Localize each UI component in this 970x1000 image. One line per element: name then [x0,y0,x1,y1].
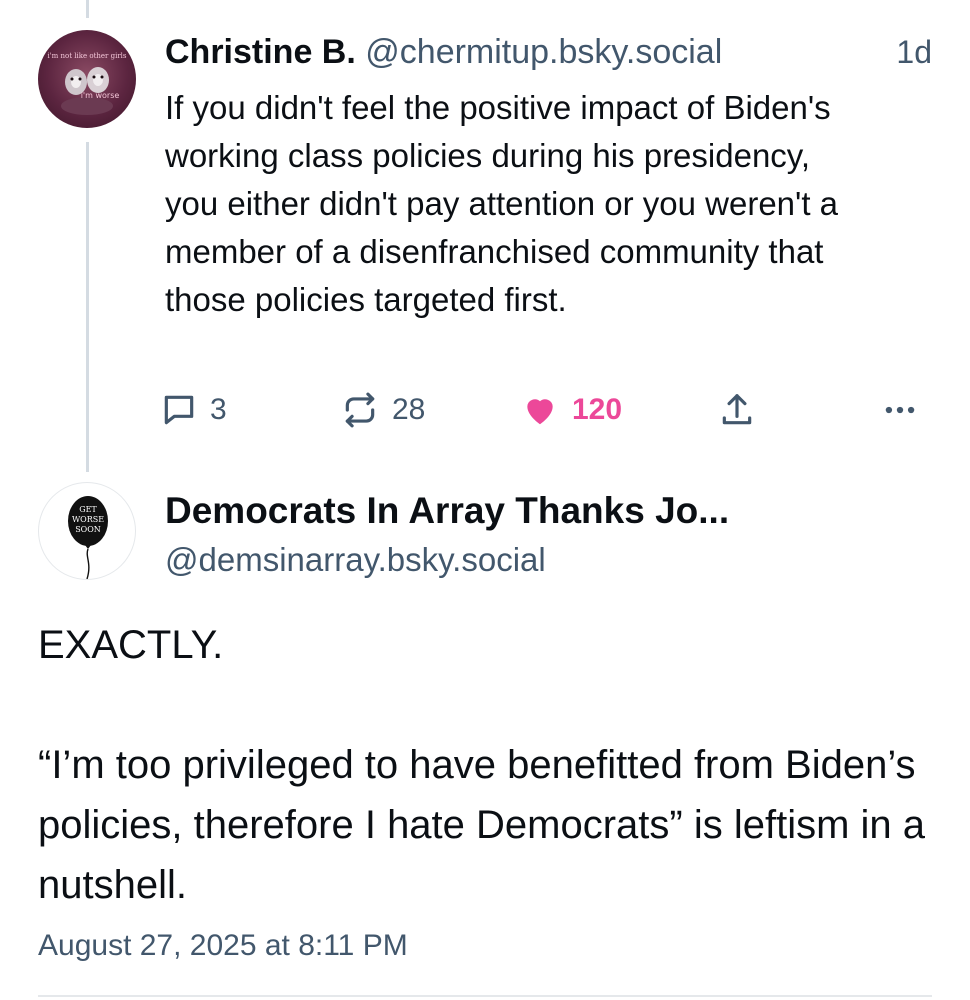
author-name[interactable]: Christine B. [165,33,356,71]
speech-bubble-icon [164,395,194,425]
post-actions-bar: 3 28 120 [160,388,930,432]
more-dots-icon [885,406,915,414]
balloon-text-3: SOON [75,525,101,534]
black-balloon-avatar-image: GET WORSE SOON [68,496,108,579]
share-upload-icon [722,394,752,425]
more-options-button[interactable] [880,388,920,432]
thread-line [86,142,89,472]
balloon-text-1: GET [79,505,97,514]
like-button[interactable]: 120 [520,388,622,432]
avatar-caption-bottom: i'm worse [81,91,120,100]
post-timestamp: August 27, 2025 at 8:11 PM [38,929,408,962]
heart-icon [527,399,553,425]
balloon-text-2: WORSE [72,515,104,524]
divider [38,995,932,997]
parent-post-header: Christine B. @chermitup.bsky.social [165,30,722,74]
repost-button[interactable]: 28 [340,388,425,432]
opossum-avatar-image: i'm not like other girls i'm worse [47,52,127,115]
like-count: 120 [572,393,623,426]
parent-post-text: If you didn't feel the positive impact o… [165,89,839,318]
repost-count: 28 [392,393,426,426]
repost-arrows-icon [345,392,375,428]
author-handle[interactable]: @chermitup.bsky.social [365,33,722,71]
avatar-caption-top: i'm not like other girls [47,52,126,60]
main-post-text-line-1: EXACTLY. [38,623,224,667]
main-post-text-line-2: “I’m too privileged to have benefitted f… [38,743,926,907]
avatar[interactable]: GET WORSE SOON [38,482,136,580]
avatar[interactable]: i'm not like other girls i'm worse [38,30,136,128]
author-name[interactable]: Democrats In Array Thanks Jo... [165,488,729,534]
thread-line-top [86,0,89,18]
main-post-text: EXACTLY. “I’m too privileged to have ben… [38,615,938,915]
post-time-ago[interactable]: 1d [896,30,932,74]
reply-count: 3 [210,393,227,426]
author-handle[interactable]: @demsinarray.bsky.social [165,538,546,582]
reply-button[interactable]: 3 [160,388,227,432]
share-button[interactable] [718,388,756,432]
